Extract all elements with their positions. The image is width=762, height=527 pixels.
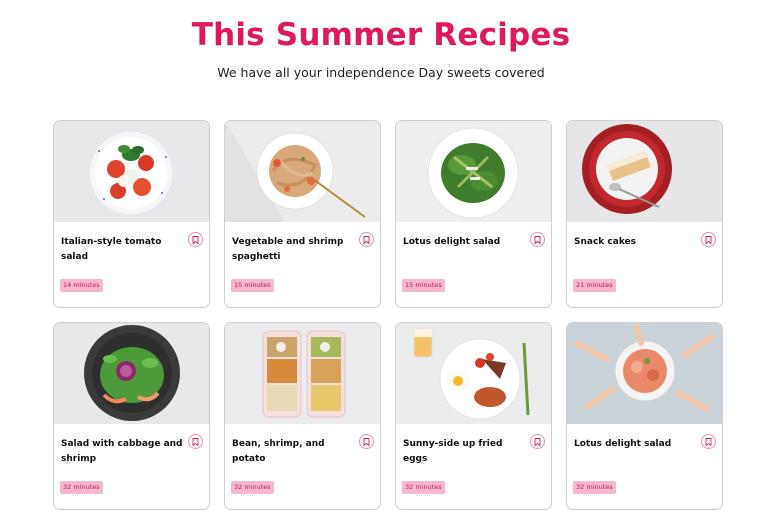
recipe-title[interactable]: Vegetable and shrimp spaghetti — [232, 235, 354, 265]
recipe-card[interactable]: Snack cakes 21 minutes — [566, 120, 723, 308]
recipe-photo — [396, 121, 551, 222]
recipe-photo — [225, 323, 380, 424]
recipe-card[interactable]: Italian-style tomato salad 14 minutes — [53, 120, 210, 308]
recipe-card[interactable]: Bean, shrimp, and potato 32 minutes — [224, 322, 381, 510]
recipe-card[interactable]: Sunny-side up fried eggs 32 minutes — [395, 322, 552, 510]
bookmark-icon[interactable] — [701, 232, 716, 247]
recipe-grid: Italian-style tomato salad 14 minutes Ve… — [53, 120, 723, 510]
page-title: This Summer Recipes — [191, 17, 571, 53]
page-header: This Summer Recipes We have all your ind… — [0, 0, 762, 81]
time-badge: 15 minutes — [231, 279, 274, 292]
bookmark-icon[interactable] — [359, 434, 374, 449]
recipe-title[interactable]: Lotus delight salad — [574, 437, 696, 452]
time-badge: 21 minutes — [573, 279, 616, 292]
time-badge: 14 minutes — [60, 279, 103, 292]
bookmark-icon[interactable] — [359, 232, 374, 247]
recipe-title[interactable]: Snack cakes — [574, 235, 696, 250]
page-subtitle: We have all your independence Day sweets… — [217, 65, 545, 80]
recipe-photo — [54, 323, 209, 424]
recipe-card[interactable]: Salad with cabbage and shrimp 32 minutes — [53, 322, 210, 510]
recipe-card[interactable]: Lotus delight salad 15 minutes — [395, 120, 552, 308]
recipe-card[interactable]: Lotus delight salad 32 minutes — [566, 322, 723, 510]
recipe-title[interactable]: Lotus delight salad — [403, 235, 525, 250]
bookmark-icon[interactable] — [701, 434, 716, 449]
bookmark-icon[interactable] — [530, 232, 545, 247]
recipe-title[interactable]: Bean, shrimp, and potato — [232, 437, 354, 467]
recipe-photo — [225, 121, 380, 222]
recipe-photo — [54, 121, 209, 222]
bookmark-icon[interactable] — [188, 434, 203, 449]
recipe-title[interactable]: Sunny-side up fried eggs — [403, 437, 525, 467]
bookmark-icon[interactable] — [188, 232, 203, 247]
bookmark-icon[interactable] — [530, 434, 545, 449]
time-badge: 32 minutes — [60, 481, 103, 494]
recipe-photo — [567, 323, 722, 424]
time-badge: 32 minutes — [573, 481, 616, 494]
time-badge: 32 minutes — [231, 481, 274, 494]
recipe-card[interactable]: Vegetable and shrimp spaghetti 15 minute… — [224, 120, 381, 308]
recipe-photo — [396, 323, 551, 424]
time-badge: 32 minutes — [402, 481, 445, 494]
recipe-photo — [567, 121, 722, 222]
recipe-title[interactable]: Salad with cabbage and shrimp — [61, 437, 183, 467]
recipe-title[interactable]: Italian-style tomato salad — [61, 235, 183, 265]
time-badge: 15 minutes — [402, 279, 445, 292]
